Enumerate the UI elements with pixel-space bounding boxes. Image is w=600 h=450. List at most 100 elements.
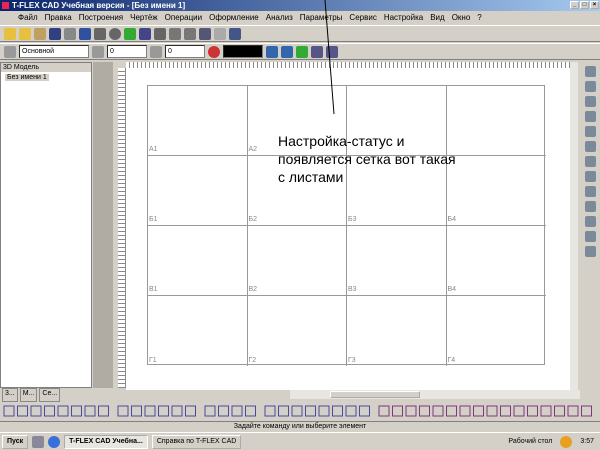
drawing-tool-icon[interactable] xyxy=(291,405,303,417)
cell-label: А2 xyxy=(248,146,258,153)
sheet-cell: В3 xyxy=(347,226,447,296)
cell-label: В3 xyxy=(348,286,357,293)
drawing-tool-icon[interactable] xyxy=(332,405,343,417)
zoom-all-icon[interactable] xyxy=(584,141,596,152)
panel-tabs: 3... М... Се... xyxy=(0,388,115,402)
zoom-icon[interactable] xyxy=(584,66,596,77)
tool-icon[interactable] xyxy=(584,171,596,182)
drawing-tool-icon[interactable] xyxy=(540,405,552,417)
drawing-tool-icon[interactable] xyxy=(318,405,330,417)
sheet-cell: В2 xyxy=(247,226,347,296)
drawing-tool-icon[interactable] xyxy=(231,405,243,417)
drawing-tool-icon[interactable] xyxy=(185,405,196,417)
drawing-tool-icon[interactable] xyxy=(117,405,129,417)
drawing-tool-icon[interactable] xyxy=(581,405,592,417)
sheet-grid: А1 А2 Б1 Б2 Б3 Б4 В1 В2 В3 В4 Г1 Г2 Г3 Г4 xyxy=(147,85,547,366)
drawing-toolbar xyxy=(3,405,592,417)
desktop-toolbar[interactable]: Рабочий стол xyxy=(508,438,552,445)
drawing-tool-icon[interactable] xyxy=(71,405,82,417)
cell-label: В2 xyxy=(248,286,258,293)
drawing-tool-icon[interactable] xyxy=(527,405,538,417)
annotation-line: появляется сетка вот такая xyxy=(278,151,456,167)
cell-label: В1 xyxy=(149,286,158,293)
drawing-tool-icon[interactable] xyxy=(44,405,55,417)
drawing-tool-icon[interactable] xyxy=(158,405,169,417)
scroll-thumb[interactable] xyxy=(330,391,420,398)
drawing-tool-icon[interactable] xyxy=(218,405,229,417)
zoom-window-icon[interactable] xyxy=(584,81,596,92)
drawing-tool-icon[interactable] xyxy=(144,405,156,417)
tab-menu[interactable]: М... xyxy=(19,388,38,402)
drawing-tool-icon[interactable] xyxy=(486,405,498,417)
annotation-line: Настройка-статус и xyxy=(278,133,405,149)
drawing-tool-icon[interactable] xyxy=(264,405,276,417)
tool-icon[interactable] xyxy=(584,246,596,257)
drawing-tool-icon[interactable] xyxy=(459,405,471,417)
drawing-tool-icon[interactable] xyxy=(171,405,183,417)
cell-label: Б3 xyxy=(348,216,357,223)
redraw-icon[interactable] xyxy=(584,156,596,167)
cell-label: Б1 xyxy=(149,216,158,223)
task-tflex[interactable]: T-FLEX CAD Учебна... xyxy=(64,434,148,449)
drawing-tool-icon[interactable] xyxy=(57,405,69,417)
drawing-tool-icon[interactable] xyxy=(84,405,96,417)
cell-label: Б4 xyxy=(447,216,457,223)
cell-label: В4 xyxy=(447,286,457,293)
drawing-tool-icon[interactable] xyxy=(419,405,430,417)
tool-icon[interactable] xyxy=(584,186,596,197)
drawing-tool-icon[interactable] xyxy=(554,405,565,417)
annotation-pointer xyxy=(324,0,335,115)
drawing-tool-icon[interactable] xyxy=(432,405,444,417)
tool-icon[interactable] xyxy=(584,201,596,212)
tool-icon[interactable] xyxy=(584,216,596,227)
task-help[interactable]: Справка по T-FLEX CAD xyxy=(151,434,242,449)
drawing-tool-icon[interactable] xyxy=(131,405,142,417)
drawing-tool-icon[interactable] xyxy=(567,405,579,417)
drawing-tool-icon[interactable] xyxy=(392,405,403,417)
right-toolbar xyxy=(580,62,600,388)
tab-model[interactable]: 3... xyxy=(2,388,18,402)
browser-icon[interactable] xyxy=(48,435,61,448)
cell-label: Г3 xyxy=(348,357,356,364)
cell-label: А1 xyxy=(149,146,158,153)
drawing-tool-icon[interactable] xyxy=(30,405,42,417)
sheet-cell: В1 xyxy=(148,226,248,296)
drawing-tool-icon[interactable] xyxy=(245,405,256,417)
sheet-cell: Г4 xyxy=(447,296,547,366)
sheet-cell: Г1 xyxy=(148,296,248,366)
drawing-tool-icon[interactable] xyxy=(204,405,216,417)
pan-icon[interactable] xyxy=(584,96,596,107)
cell-label: Г1 xyxy=(149,357,157,364)
drawing-tool-icon[interactable] xyxy=(17,405,28,417)
tab-service[interactable]: Се... xyxy=(39,388,61,402)
drawing-tool-icon[interactable] xyxy=(98,405,109,417)
zoom-in-icon[interactable] xyxy=(584,111,596,122)
drawing-tool-icon[interactable] xyxy=(405,405,417,417)
drawing-tool-icon[interactable] xyxy=(3,405,15,417)
drawing-tool-icon[interactable] xyxy=(378,405,390,417)
clock: 3:57 xyxy=(580,438,594,445)
cell-label: Г4 xyxy=(447,357,456,364)
zoom-out-icon[interactable] xyxy=(584,126,596,137)
drawing-tool-icon[interactable] xyxy=(305,405,316,417)
sheet-cell: В4 xyxy=(446,226,546,296)
tool-icon[interactable] xyxy=(584,231,596,242)
annotation-line: с листами xyxy=(278,169,344,185)
tray-icon[interactable] xyxy=(560,435,573,448)
sheet-cell: Б1 xyxy=(148,156,248,226)
drawing-tool-icon[interactable] xyxy=(359,405,370,417)
taskbar: Пуск T-FLEX CAD Учебна... Справка по T-F… xyxy=(0,432,600,450)
drawing-tool-icon[interactable] xyxy=(446,405,457,417)
status-bar: Задайте команду или выберите элемент xyxy=(0,421,600,432)
drawing-tool-icon[interactable] xyxy=(473,405,484,417)
drawing-tool-icon[interactable] xyxy=(500,405,511,417)
annotation: Настройка-статус и появляется сетка вот т… xyxy=(278,132,498,186)
drawing-tool-icon[interactable] xyxy=(513,405,525,417)
sheet-cell: Г2 xyxy=(248,296,347,366)
drawing-tool-icon[interactable] xyxy=(278,405,289,417)
cell-label: Г2 xyxy=(248,357,257,364)
quicklaunch-icon[interactable] xyxy=(32,435,45,448)
drawing-tool-icon[interactable] xyxy=(345,405,357,417)
sheet-cell: Г3 xyxy=(347,296,447,366)
start-button[interactable]: Пуск xyxy=(2,434,29,449)
